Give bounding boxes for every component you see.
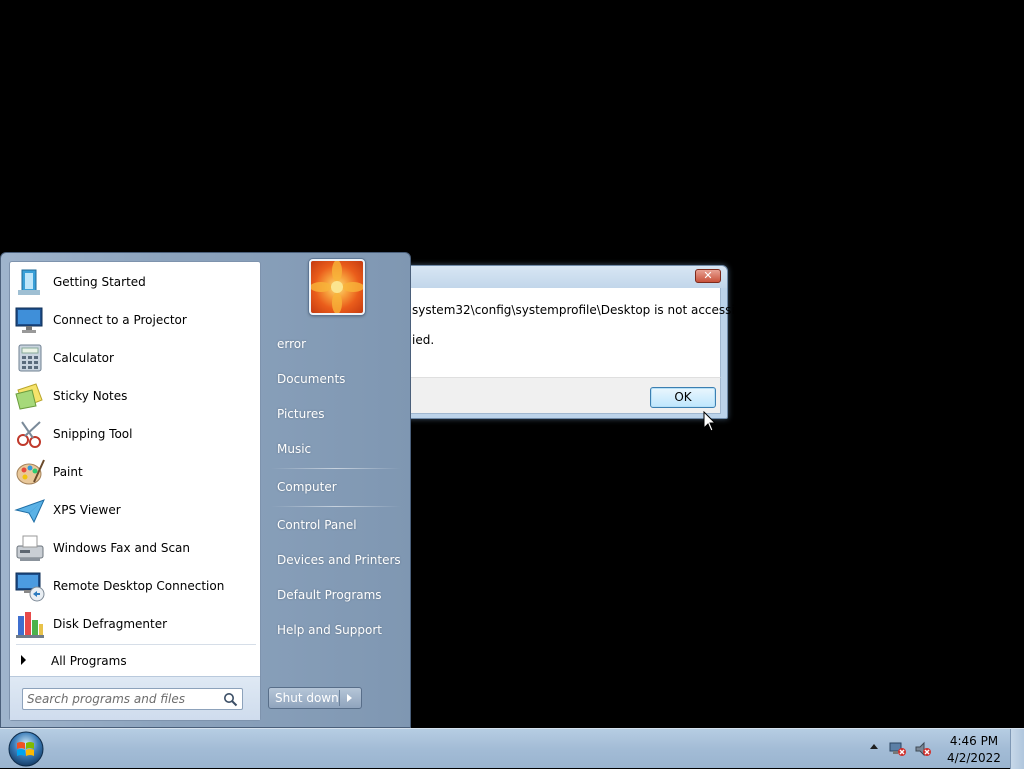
sticky-notes-icon	[15, 383, 43, 410]
search-icon[interactable]	[223, 692, 238, 707]
start-item-control-panel[interactable]: Control Panel	[277, 518, 357, 532]
show-desktop-button[interactable]	[1010, 729, 1024, 769]
program-label: Remote Desktop Connection	[53, 579, 225, 593]
remote-desktop-icon	[15, 572, 45, 602]
program-label: Snipping Tool	[53, 427, 133, 441]
xps-viewer-icon	[14, 499, 45, 524]
all-programs-label: All Programs	[51, 654, 127, 668]
start-item-devices-printers[interactable]: Devices and Printers	[277, 553, 401, 567]
shutdown-options-arrow-icon[interactable]	[347, 694, 352, 702]
program-label: XPS Viewer	[53, 503, 121, 517]
clock-time[interactable]: 4:46 PM	[944, 734, 1004, 748]
dialog-titlebar[interactable]: le ✕	[391, 266, 727, 288]
program-label: Windows Fax and Scan	[53, 541, 191, 555]
program-item-calculator[interactable]: Calculator	[12, 340, 258, 376]
taskbar: 4:46 PM 4/2/2022	[0, 728, 1024, 769]
paint-icon	[16, 459, 45, 485]
dialog-close-button[interactable]: ✕	[695, 269, 721, 283]
program-label: Getting Started	[53, 275, 146, 289]
start-item-user[interactable]: error	[277, 337, 306, 351]
program-label: Paint	[53, 465, 83, 479]
start-item-default-programs[interactable]: Default Programs	[277, 588, 382, 602]
programs-separator	[16, 644, 256, 645]
start-item-help-support[interactable]: Help and Support	[277, 623, 382, 637]
dialog-message-line1: system32\config\systemprofile\Desktop is…	[412, 303, 757, 317]
calculator-icon	[18, 344, 42, 372]
program-item-sticky-notes[interactable]: Sticky Notes	[12, 378, 258, 414]
start-menu-places-pane: error Documents Pictures Music Computer …	[263, 253, 411, 729]
mouse-cursor-icon	[703, 411, 717, 432]
start-menu: Getting Started Connect to a Projector C…	[0, 252, 411, 728]
user-avatar[interactable]	[309, 259, 365, 315]
start-item-computer[interactable]: Computer	[277, 480, 337, 494]
search-area	[10, 676, 260, 720]
dialog-body: system32\config\systemprofile\Desktop is…	[397, 288, 757, 377]
snipping-tool-icon	[17, 421, 41, 448]
disk-defragmenter-icon	[16, 612, 44, 638]
volume-muted-icon[interactable]	[914, 741, 932, 757]
start-orb-icon[interactable]	[6, 730, 46, 768]
program-item-connect-projector[interactable]: Connect to a Projector	[12, 302, 258, 338]
search-box[interactable]	[22, 688, 243, 710]
dialog-footer: OK	[397, 377, 721, 414]
places-separator	[271, 506, 401, 507]
program-item-fax-scan[interactable]: Windows Fax and Scan	[12, 530, 258, 566]
program-item-getting-started[interactable]: Getting Started	[12, 264, 258, 300]
flower-icon	[311, 261, 363, 313]
projector-icon	[15, 307, 43, 333]
close-icon: ✕	[703, 269, 713, 282]
getting-started-icon	[18, 269, 40, 295]
program-label: Disk Defragmenter	[53, 617, 168, 631]
program-item-xps-viewer[interactable]: XPS Viewer	[12, 492, 258, 528]
start-menu-programs-pane: Getting Started Connect to a Projector C…	[9, 261, 261, 721]
clock-date[interactable]: 4/2/2022	[944, 751, 1004, 765]
program-item-disk-defragmenter[interactable]: Disk Defragmenter	[12, 606, 258, 642]
program-item-remote-desktop[interactable]: Remote Desktop Connection	[12, 568, 258, 604]
program-item-snipping-tool[interactable]: Snipping Tool	[12, 416, 258, 452]
program-item-paint[interactable]: Paint	[12, 454, 258, 490]
shutdown-button[interactable]: Shut down	[268, 687, 362, 709]
search-input[interactable]	[27, 691, 217, 707]
program-label: Sticky Notes	[53, 389, 128, 403]
network-icon[interactable]	[889, 741, 907, 757]
error-dialog: le ✕ system32\config\systemprofile\Deskt…	[390, 265, 757, 419]
shutdown-label: Shut down	[275, 691, 339, 705]
ok-button[interactable]: OK	[650, 387, 716, 408]
shutdown-divider	[339, 690, 340, 706]
dialog-message-line2: ied.	[412, 333, 435, 347]
fax-scan-icon	[16, 535, 44, 561]
program-label: Calculator	[53, 351, 114, 365]
places-separator	[271, 468, 401, 469]
start-item-pictures[interactable]: Pictures	[277, 407, 325, 421]
show-hidden-icons-chevron-icon[interactable]	[870, 744, 878, 749]
all-programs-button[interactable]: All Programs	[12, 648, 258, 674]
start-item-documents[interactable]: Documents	[277, 372, 345, 386]
triangle-right-icon	[21, 655, 26, 665]
program-label: Connect to a Projector	[53, 313, 187, 327]
start-item-music[interactable]: Music	[277, 442, 311, 456]
